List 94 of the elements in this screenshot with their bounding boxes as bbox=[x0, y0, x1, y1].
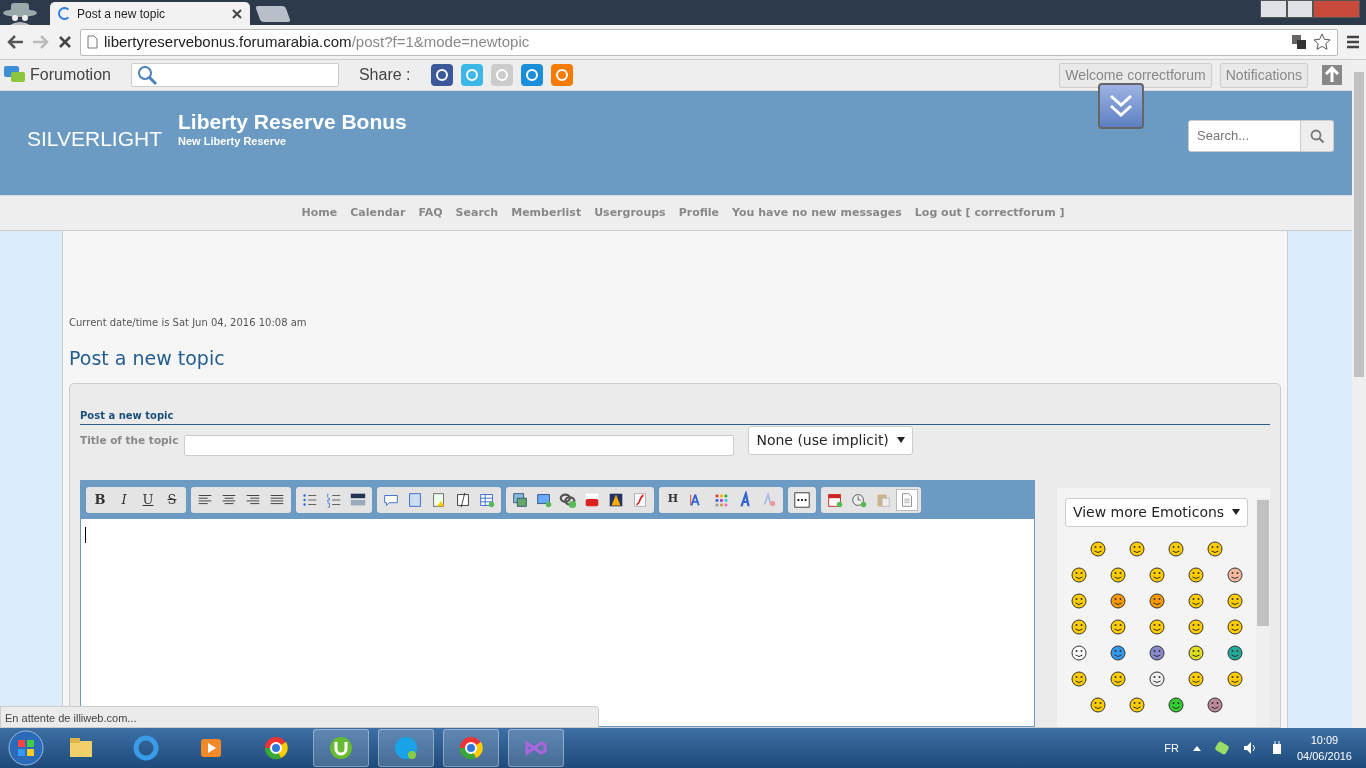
logo-text: SILVERLIGHT bbox=[27, 126, 162, 152]
address-bar[interactable]: libertyreservebonus.forumarabia.com/post?f=1&mode=newtopic bbox=[80, 28, 1338, 56]
heading-button[interactable]: H bbox=[662, 488, 684, 511]
search-icon bbox=[1310, 129, 1324, 143]
search-field[interactable] bbox=[130, 63, 339, 87]
smiley-icon[interactable] bbox=[1226, 566, 1243, 583]
bold-button[interactable]: B bbox=[89, 488, 111, 511]
search-icon bbox=[135, 64, 158, 86]
search-button[interactable] bbox=[1301, 120, 1334, 152]
smiley-icon[interactable] bbox=[1207, 696, 1223, 713]
clock-date[interactable]: 04/06/2016 bbox=[1296, 748, 1352, 765]
more-icon bbox=[793, 490, 811, 509]
header-search-field[interactable]: Search... bbox=[1188, 120, 1301, 152]
language-indicator[interactable]: FR bbox=[1164, 739, 1179, 757]
smiley-icon[interactable] bbox=[1109, 618, 1126, 635]
smiley-icon[interactable] bbox=[1226, 618, 1243, 635]
smiley-icon[interactable] bbox=[1090, 696, 1106, 713]
smiley-icon[interactable] bbox=[1187, 592, 1204, 609]
page-icon bbox=[87, 35, 98, 49]
browser-tab[interactable]: Post a new topic bbox=[50, 2, 250, 25]
smiley-icon[interactable] bbox=[1070, 592, 1087, 609]
forum-title: Liberty Reserve Bonus bbox=[178, 111, 407, 133]
section-heading: Post a new topic bbox=[80, 407, 1270, 425]
brand-link[interactable]: Forumotion bbox=[30, 63, 111, 87]
dropdown-arrow-icon bbox=[1232, 509, 1241, 515]
forum-subtitle: New Liberty Reserve bbox=[178, 134, 288, 149]
smiley-icon[interactable] bbox=[1070, 644, 1087, 661]
share-label: Share : bbox=[358, 65, 411, 85]
smiley-icon[interactable] bbox=[1070, 670, 1087, 687]
menu-icon[interactable] bbox=[1346, 35, 1360, 49]
page-heading: Post a new topic bbox=[69, 346, 226, 371]
smiley-icon[interactable] bbox=[1148, 566, 1165, 583]
star-icon[interactable] bbox=[1313, 33, 1331, 51]
close-icon[interactable] bbox=[232, 8, 242, 19]
taskbar-app[interactable] bbox=[313, 729, 369, 767]
new-tab-button[interactable] bbox=[255, 6, 291, 22]
start-button-icon[interactable] bbox=[8, 730, 44, 766]
title-label: Title of the topic bbox=[80, 432, 179, 448]
icon-select[interactable]: None (use implicit) bbox=[748, 425, 913, 455]
smiley-icon[interactable] bbox=[1187, 566, 1204, 583]
taskbar-app[interactable] bbox=[443, 729, 499, 767]
back-icon[interactable] bbox=[6, 34, 24, 50]
up-arrow-icon[interactable] bbox=[1322, 65, 1342, 85]
double-chevron-icon bbox=[1108, 93, 1134, 119]
smiley-icon[interactable] bbox=[1168, 696, 1184, 713]
chrome-icon bbox=[262, 734, 290, 762]
chat-bubbles-icon bbox=[4, 65, 26, 85]
torrent-icon bbox=[327, 734, 355, 762]
speaker-icon[interactable] bbox=[1242, 741, 1257, 755]
smiley-icon[interactable] bbox=[1109, 670, 1126, 687]
smiley-icon[interactable] bbox=[1129, 696, 1145, 713]
smiley-icon[interactable] bbox=[1070, 618, 1087, 635]
dropdown-arrow-icon bbox=[896, 437, 905, 443]
title-field[interactable] bbox=[184, 434, 735, 456]
smiley-icon[interactable] bbox=[1148, 670, 1165, 687]
emoticon-select[interactable]: View more Emoticons bbox=[1064, 497, 1249, 527]
smiley-icon[interactable] bbox=[1226, 670, 1243, 687]
smiley-icon[interactable] bbox=[1129, 540, 1145, 557]
smiley-icon[interactable] bbox=[1109, 592, 1126, 609]
smiley-icon[interactable] bbox=[1148, 618, 1165, 635]
smiley-icon[interactable] bbox=[1090, 540, 1106, 557]
link-icon bbox=[559, 490, 577, 509]
smiley-icon[interactable] bbox=[1168, 540, 1184, 557]
smiley-icon[interactable] bbox=[1187, 618, 1204, 635]
tray-arrow-icon[interactable] bbox=[1192, 745, 1201, 751]
image-icon bbox=[511, 490, 529, 509]
hidden-text-icon bbox=[454, 490, 472, 509]
strike-button[interactable]: S bbox=[161, 488, 183, 511]
status-bubble: En attente de illiweb.com... bbox=[0, 706, 599, 728]
smiley-icon[interactable] bbox=[1148, 592, 1165, 609]
italic-button[interactable]: I bbox=[113, 488, 135, 511]
smiley-icon[interactable] bbox=[1187, 644, 1204, 661]
smiley-icon[interactable] bbox=[1109, 644, 1126, 661]
text-cursor bbox=[85, 526, 86, 543]
chrome-icon bbox=[457, 734, 485, 762]
emoticon-scrollbar[interactable] bbox=[1256, 497, 1270, 727]
translate-icon[interactable] bbox=[1291, 34, 1307, 50]
source-view-button[interactable] bbox=[896, 488, 918, 511]
collapse-button[interactable] bbox=[1098, 83, 1144, 129]
smiley-icon[interactable] bbox=[1109, 566, 1126, 583]
clock-time[interactable]: 10:09 bbox=[1296, 731, 1352, 748]
underline-button[interactable]: U bbox=[137, 488, 159, 511]
tab-title: Post a new topic bbox=[77, 5, 167, 23]
minimize-button[interactable] bbox=[1260, 0, 1287, 18]
stop-icon[interactable] bbox=[58, 35, 72, 49]
smiley-icon[interactable] bbox=[1207, 540, 1223, 557]
smiley-icon[interactable] bbox=[1187, 670, 1204, 687]
smiley-icon[interactable] bbox=[1070, 566, 1087, 583]
smiley-icon[interactable] bbox=[1226, 592, 1243, 609]
url-text: libertyreservebonus.forumarabia.com/post?f=1&mode=newtopic bbox=[104, 31, 531, 52]
date-time-text: Current date/time is Sat Jun 04, 2016 10:08 am bbox=[69, 316, 308, 330]
maximize-button[interactable] bbox=[1287, 0, 1313, 18]
smiley-icon[interactable] bbox=[1148, 644, 1165, 661]
smiley-icon[interactable] bbox=[1226, 644, 1243, 661]
